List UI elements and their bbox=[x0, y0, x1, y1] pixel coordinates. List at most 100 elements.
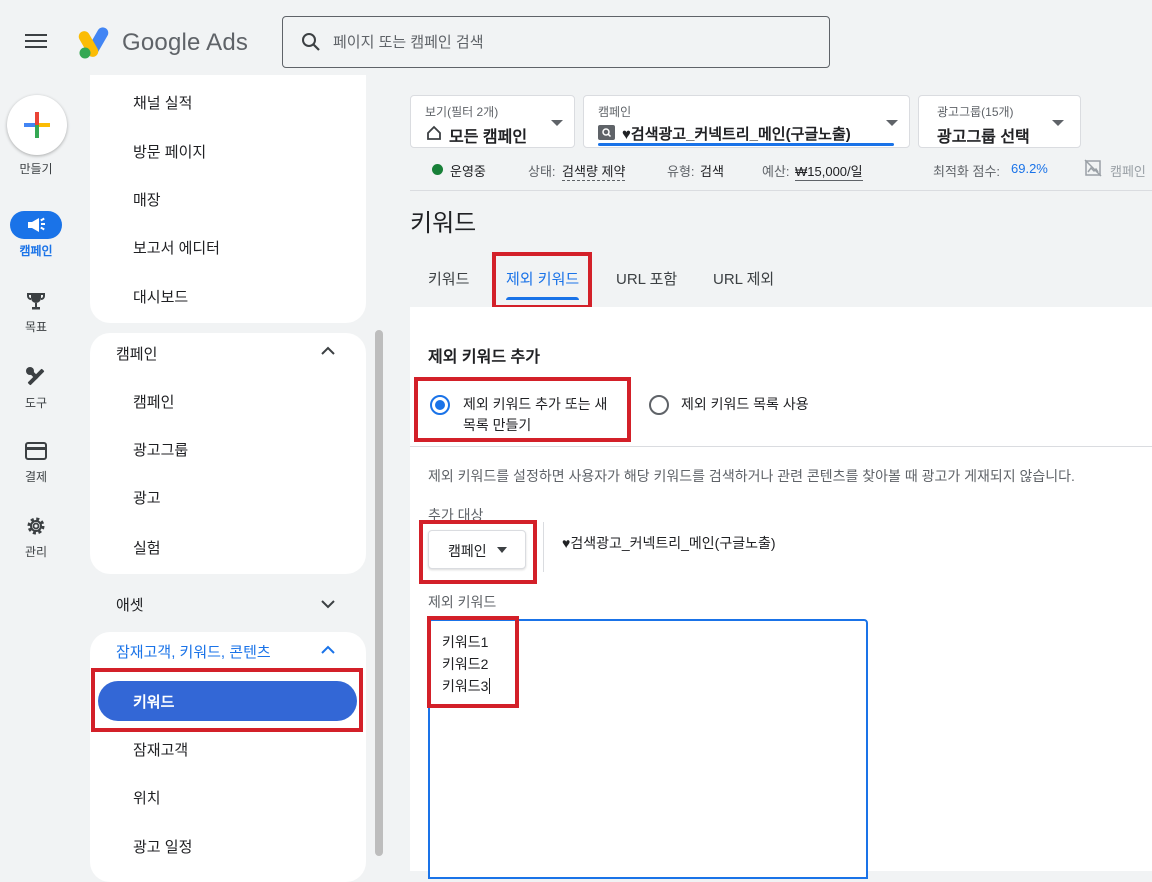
sidenav-section-audience[interactable]: 잠재고객, 키워드, 콘텐츠 bbox=[116, 641, 271, 662]
search-campaign-icon bbox=[598, 125, 615, 140]
create-button[interactable] bbox=[7, 95, 67, 155]
sidenav-item-ads[interactable]: 광고 bbox=[133, 487, 161, 508]
keyword-line: 키워드3 bbox=[442, 678, 489, 694]
sidenav-item-ad-schedule[interactable]: 광고 일정 bbox=[133, 836, 192, 857]
radio-use-list[interactable] bbox=[649, 395, 669, 415]
keyword-line-with-caret: 키워드3 bbox=[442, 675, 491, 697]
type-label: 유형: bbox=[667, 164, 695, 179]
rail-label-goals: 목표 bbox=[24, 320, 48, 334]
rail-item-admin[interactable]: 관리 bbox=[0, 512, 72, 560]
home-icon bbox=[427, 125, 441, 140]
budget-value[interactable]: ₩15,000/일 bbox=[795, 161, 863, 181]
sidenav-item-report-editor[interactable]: 보고서 에디터 bbox=[133, 237, 220, 258]
sidenav-item-keywords[interactable]: 키워드 bbox=[133, 691, 174, 712]
radio1-line1: 제외 키워드 추가 또는 새 bbox=[463, 396, 608, 412]
image-off-icon bbox=[1084, 159, 1102, 177]
rail-item-campaign[interactable]: 캠페인 bbox=[0, 211, 72, 259]
negative-keywords-textarea[interactable]: 키워드1 키워드2 키워드3 bbox=[428, 619, 868, 879]
rail-item-goals[interactable]: 목표 bbox=[0, 287, 72, 335]
sidenav-item-audiences[interactable]: 잠재고객 bbox=[133, 739, 188, 760]
chevron-down-icon[interactable] bbox=[320, 599, 336, 609]
tools-icon bbox=[10, 363, 62, 391]
campaign-selector[interactable]: 캠페인 ♥검색광고_커넥트리_메인(구글노출) bbox=[583, 95, 910, 148]
radio-use-list-label[interactable]: 제외 키워드 목록 사용 bbox=[681, 394, 809, 414]
adgroup-selector[interactable]: 광고그룹(15개) 광고그룹 선택 bbox=[918, 95, 1081, 148]
keyword-lines: 키워드1 키워드2 키워드3 bbox=[442, 631, 491, 697]
sidenav-section-campaign[interactable]: 캠페인 bbox=[116, 343, 157, 364]
radio1-line2: 목록 만들기 bbox=[463, 417, 532, 433]
campaign-selector-label: 캠페인 bbox=[598, 105, 632, 119]
campaign-preview-link[interactable]: 캠페인 bbox=[1110, 161, 1152, 180]
view-selector[interactable]: 보기(필터 2개) 모든 캠페인 bbox=[410, 95, 575, 148]
tab-negative-keywords[interactable]: 제외 키워드 bbox=[506, 268, 579, 289]
rail-label-tools: 도구 bbox=[24, 396, 48, 410]
rail-label-billing: 결제 bbox=[24, 470, 48, 484]
adgroup-selector-label: 광고그룹(15개) bbox=[937, 105, 1014, 119]
divider bbox=[410, 190, 1152, 191]
megaphone-icon bbox=[10, 211, 62, 239]
tab-keywords[interactable]: 키워드 bbox=[428, 268, 469, 289]
caret-down-icon bbox=[551, 120, 563, 126]
radio-add-or-new-list[interactable] bbox=[430, 395, 450, 415]
caret-down-icon bbox=[886, 120, 898, 126]
rail-label-admin: 관리 bbox=[24, 545, 48, 559]
adgroup-selector-value: 광고그룹 선택 bbox=[937, 129, 1030, 146]
sidenav-campaign-card bbox=[90, 333, 366, 574]
rail-label-campaign: 캠페인 bbox=[19, 244, 53, 258]
form-section-title: 제외 키워드 추가 bbox=[428, 349, 540, 366]
tab-url-exclude[interactable]: URL 제외 bbox=[713, 268, 774, 289]
sidenav-audience-card bbox=[90, 632, 366, 882]
plus-icon bbox=[24, 112, 50, 138]
sidenav-scrollbar[interactable] bbox=[375, 330, 383, 856]
campaign-selector-underline bbox=[598, 143, 894, 146]
google-ads-logo-icon bbox=[78, 27, 109, 59]
search-icon bbox=[302, 33, 320, 51]
target-campaign-name: ♥검색광고_커넥트리_메인(구글노출) bbox=[562, 535, 776, 551]
target-dropdown[interactable]: 캠페인 bbox=[428, 530, 526, 569]
search-box[interactable] bbox=[282, 16, 830, 68]
status-label: 상태: bbox=[528, 164, 556, 179]
radio-add-or-new-list-label[interactable]: 제외 키워드 추가 또는 새 목록 만들기 bbox=[463, 394, 607, 436]
sidenav-item-experiments[interactable]: 실험 bbox=[133, 537, 161, 558]
google-ads-logo[interactable]: Google Ads bbox=[78, 26, 248, 60]
rail-item-tools[interactable]: 도구 bbox=[0, 363, 72, 411]
keyword-line: 키워드2 bbox=[442, 656, 489, 672]
chevron-up-icon[interactable] bbox=[320, 346, 336, 356]
search-input[interactable] bbox=[331, 32, 805, 52]
target-label: 추가 대상 bbox=[428, 507, 484, 523]
create-label[interactable]: 만들기 bbox=[0, 160, 72, 177]
budget-label: 예산: bbox=[762, 164, 790, 179]
campaign-selector-value: ♥검색광고_커넥트리_메인(구글노출) bbox=[622, 126, 851, 143]
active-tab-indicator bbox=[506, 297, 579, 300]
optimization-score-value[interactable]: 69.2% bbox=[1011, 161, 1048, 176]
rail-item-billing[interactable]: 결제 bbox=[0, 437, 72, 485]
view-selector-value: 모든 캠페인 bbox=[449, 129, 528, 146]
status-value[interactable]: 검색량 제약 bbox=[562, 161, 626, 181]
radio-dot bbox=[435, 400, 445, 410]
app-name: Google Ads bbox=[122, 29, 249, 56]
caret-down-icon bbox=[497, 547, 507, 553]
sidenav-item-landing-pages[interactable]: 방문 페이지 bbox=[133, 141, 206, 162]
sidenav-item-locations[interactable]: 위치 bbox=[133, 787, 161, 808]
sidenav-item-dashboard[interactable]: 대시보드 bbox=[133, 286, 188, 307]
sidenav-item-channel-performance[interactable]: 채널 실적 bbox=[133, 92, 192, 113]
sidenav-reports-card bbox=[90, 75, 366, 323]
trophy-icon bbox=[10, 287, 62, 315]
sidenav-section-assets[interactable]: 애셋 bbox=[116, 594, 144, 615]
menu-icon[interactable] bbox=[22, 30, 50, 54]
sidenav-item-stores[interactable]: 매장 bbox=[133, 189, 161, 210]
optimization-score-label: 최적화 점수: bbox=[933, 164, 1001, 179]
target-dropdown-value: 캠페인 bbox=[448, 543, 487, 559]
keywords-label: 제외 키워드 bbox=[428, 594, 497, 610]
status-dot bbox=[432, 164, 443, 175]
sidenav-item-adgroups[interactable]: 광고그룹 bbox=[133, 439, 188, 460]
caret-down-icon bbox=[1052, 120, 1064, 126]
tab-url-include[interactable]: URL 포함 bbox=[616, 268, 677, 289]
keyword-line: 키워드1 bbox=[442, 634, 489, 650]
type-value: 검색 bbox=[700, 164, 724, 179]
divider bbox=[543, 522, 544, 572]
credit-card-icon bbox=[10, 437, 62, 465]
campaign-state: 운영중 bbox=[450, 164, 486, 179]
sidenav-item-campaigns[interactable]: 캠페인 bbox=[133, 391, 174, 412]
chevron-up-icon[interactable] bbox=[320, 645, 336, 655]
